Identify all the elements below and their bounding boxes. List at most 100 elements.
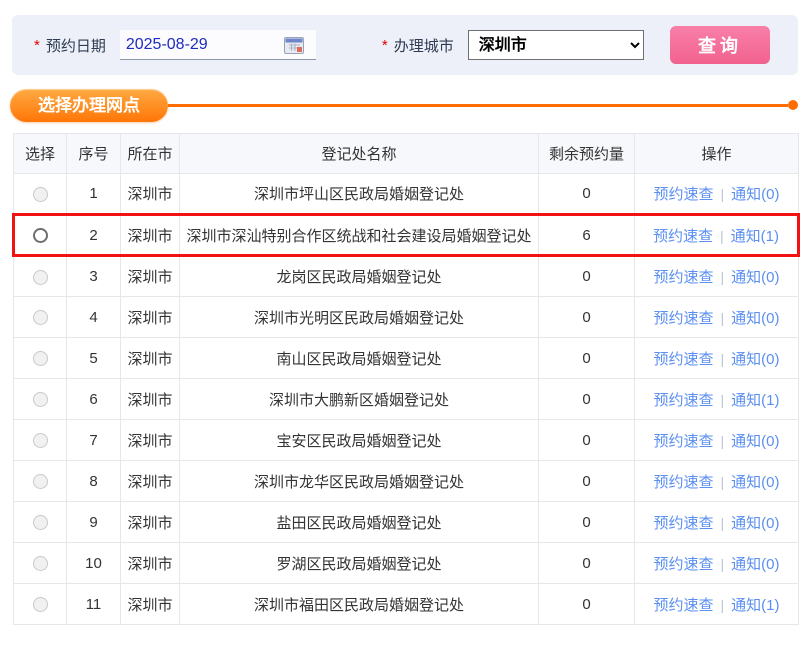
query-form-bar: * 预约日期 * 办理城市 深圳市 查询 xyxy=(12,15,798,75)
row-remaining-count: 0 xyxy=(539,174,635,215)
select-radio[interactable] xyxy=(33,474,48,489)
required-marker: * xyxy=(382,37,388,54)
select-radio[interactable] xyxy=(33,310,48,325)
row-city: 深圳市 xyxy=(121,502,180,543)
date-label: 预约日期 xyxy=(46,35,106,56)
notice-link[interactable]: 通知(0) xyxy=(731,186,779,203)
notice-link[interactable]: 通知(0) xyxy=(731,556,779,573)
select-radio[interactable] xyxy=(33,228,48,243)
quick-check-link[interactable]: 预约速查 xyxy=(654,556,714,573)
query-button[interactable]: 查询 xyxy=(670,26,770,64)
row-registry-name: 深圳市龙华区民政局婚姻登记处 xyxy=(180,461,539,502)
select-radio[interactable] xyxy=(33,433,48,448)
notice-link[interactable]: 通知(0) xyxy=(731,310,779,327)
link-separator: | xyxy=(721,186,725,202)
quick-check-link[interactable]: 预约速查 xyxy=(654,351,714,368)
section-title-badge: 选择办理网点 xyxy=(10,89,168,122)
row-registry-name: 盐田区民政局婚姻登记处 xyxy=(180,502,539,543)
quick-check-link[interactable]: 预约速查 xyxy=(654,186,714,203)
select-radio[interactable] xyxy=(33,597,48,612)
date-input[interactable] xyxy=(120,36,282,54)
select-radio[interactable] xyxy=(33,187,48,202)
link-separator: | xyxy=(721,351,725,367)
notice-link[interactable]: 通知(0) xyxy=(731,515,779,532)
table-row: 10 深圳市 罗湖区民政局婚姻登记处 0 预约速查|通知(0) xyxy=(14,543,799,584)
select-radio[interactable] xyxy=(33,392,48,407)
table-row: 7 深圳市 宝安区民政局婚姻登记处 0 预约速查|通知(0) xyxy=(14,420,799,461)
row-seq: 5 xyxy=(67,338,121,379)
header-registry-name: 登记处名称 xyxy=(180,134,539,174)
row-seq: 1 xyxy=(67,174,121,215)
row-registry-name: 深圳市福田区民政局婚姻登记处 xyxy=(180,584,539,625)
notice-link[interactable]: 通知(1) xyxy=(731,597,779,614)
row-registry-name: 深圳市大鹏新区婚姻登记处 xyxy=(180,379,539,420)
row-seq: 3 xyxy=(67,256,121,297)
row-city: 深圳市 xyxy=(121,297,180,338)
row-seq: 2 xyxy=(67,215,121,256)
quick-check-link[interactable]: 预约速查 xyxy=(653,228,713,245)
row-remaining-count: 0 xyxy=(539,256,635,297)
header-select: 选择 xyxy=(14,134,67,174)
city-label: 办理城市 xyxy=(394,35,454,56)
row-registry-name: 宝安区民政局婚姻登记处 xyxy=(180,420,539,461)
row-registry-name: 深圳市坪山区民政局婚姻登记处 xyxy=(180,174,539,215)
city-select[interactable]: 深圳市 xyxy=(468,30,644,60)
date-field-group: * 预约日期 xyxy=(34,30,316,60)
calendar-icon[interactable] xyxy=(282,34,306,56)
quick-check-link[interactable]: 预约速查 xyxy=(654,597,714,614)
table-header-row: 选择 序号 所在市 登记处名称 剩余预约量 操作 xyxy=(14,134,799,174)
section-divider-line xyxy=(168,104,788,107)
row-remaining-count: 0 xyxy=(539,420,635,461)
quick-check-link[interactable]: 预约速查 xyxy=(654,515,714,532)
row-city: 深圳市 xyxy=(121,338,180,379)
row-city: 深圳市 xyxy=(121,174,180,215)
notice-link[interactable]: 通知(0) xyxy=(731,433,779,450)
section-divider-dot xyxy=(788,100,798,110)
table-row: 9 深圳市 盐田区民政局婚姻登记处 0 预约速查|通知(0) xyxy=(14,502,799,543)
row-city: 深圳市 xyxy=(121,543,180,584)
link-separator: | xyxy=(721,474,725,490)
quick-check-link[interactable]: 预约速查 xyxy=(654,392,714,409)
quick-check-link[interactable]: 预约速查 xyxy=(654,310,714,327)
row-registry-name: 深圳市深汕特别合作区统战和社会建设局婚姻登记处 xyxy=(180,215,539,256)
header-remaining: 剩余预约量 xyxy=(539,134,635,174)
notice-link[interactable]: 通知(0) xyxy=(731,269,779,286)
registry-table: 选择 序号 所在市 登记处名称 剩余预约量 操作 1 深圳市 深圳市坪山区民政局… xyxy=(12,133,800,625)
select-radio[interactable] xyxy=(33,556,48,571)
row-remaining-count: 0 xyxy=(539,338,635,379)
row-remaining-count: 0 xyxy=(539,502,635,543)
row-city: 深圳市 xyxy=(121,379,180,420)
table-row: 4 深圳市 深圳市光明区民政局婚姻登记处 0 预约速查|通知(0) xyxy=(14,297,799,338)
notice-link[interactable]: 通知(0) xyxy=(731,474,779,491)
row-registry-name: 龙岗区民政局婚姻登记处 xyxy=(180,256,539,297)
row-registry-name: 罗湖区民政局婚姻登记处 xyxy=(180,543,539,584)
row-city: 深圳市 xyxy=(121,215,180,256)
link-separator: | xyxy=(721,269,725,285)
select-radio[interactable] xyxy=(33,351,48,366)
notice-link[interactable]: 通知(1) xyxy=(731,228,779,245)
table-row: 8 深圳市 深圳市龙华区民政局婚姻登记处 0 预约速查|通知(0) xyxy=(14,461,799,502)
link-separator: | xyxy=(721,433,725,449)
required-marker: * xyxy=(34,37,40,54)
link-separator: | xyxy=(721,556,725,572)
notice-link[interactable]: 通知(0) xyxy=(731,351,779,368)
row-city: 深圳市 xyxy=(121,256,180,297)
quick-check-link[interactable]: 预约速查 xyxy=(654,474,714,491)
select-radio[interactable] xyxy=(33,515,48,530)
row-city: 深圳市 xyxy=(121,420,180,461)
row-seq: 8 xyxy=(67,461,121,502)
select-radio[interactable] xyxy=(33,270,48,285)
row-remaining-count: 0 xyxy=(539,297,635,338)
row-remaining-count: 0 xyxy=(539,543,635,584)
row-seq: 11 xyxy=(67,584,121,625)
quick-check-link[interactable]: 预约速查 xyxy=(654,269,714,286)
table-row: 5 深圳市 南山区民政局婚姻登记处 0 预约速查|通知(0) xyxy=(14,338,799,379)
header-city: 所在市 xyxy=(121,134,180,174)
table-row: 3 深圳市 龙岗区民政局婚姻登记处 0 预约速查 | 通知(0) xyxy=(14,256,799,297)
row-remaining-count: 0 xyxy=(539,584,635,625)
notice-link[interactable]: 通知(1) xyxy=(731,392,779,409)
row-registry-name: 深圳市光明区民政局婚姻登记处 xyxy=(180,297,539,338)
table-row: 6 深圳市 深圳市大鹏新区婚姻登记处 0 预约速查|通知(1) xyxy=(14,379,799,420)
quick-check-link[interactable]: 预约速查 xyxy=(654,433,714,450)
link-separator: | xyxy=(721,392,725,408)
